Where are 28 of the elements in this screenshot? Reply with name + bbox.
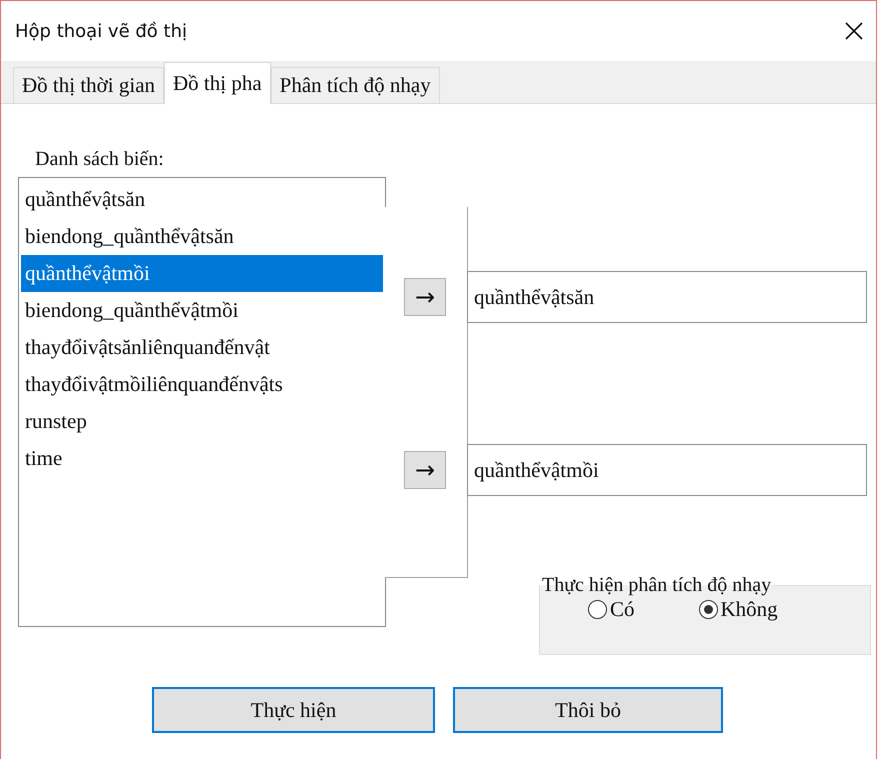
tab[interactable]: Đồ thị thời gian (13, 67, 164, 103)
axis-field[interactable]: quầnthểvậtmồi (467, 444, 867, 496)
radio-label: Không (720, 597, 778, 622)
radio-button[interactable] (698, 600, 718, 619)
window-title: Hộp thoại vẽ đồ thị (15, 20, 188, 42)
group-legend: Thực hiện phân tích độ nhạy (540, 574, 774, 597)
dialog-button[interactable]: Thôi bỏ (453, 687, 723, 733)
list-label: Danh sách biến: (35, 148, 164, 171)
list-item[interactable]: biendong_quầnthểvậtmồi (21, 292, 383, 329)
list-item[interactable]: quầnthểvậtmồi (21, 255, 383, 292)
variable-listbox[interactable]: quầnthểvậtsăn biendong_quầnthểvậtsăn quầnthểvậtmồi biendong_quầnthểvậtmồi thayđổivậtsănliênquanđếnvật thayđổivậtmồiliênquanđếnvậts runstep time (18, 177, 386, 627)
dialog-button[interactable]: Thực hiện (152, 687, 435, 733)
add-button[interactable]: → (404, 451, 446, 489)
radio-option[interactable]: Không (698, 597, 778, 622)
list-item[interactable]: quầnthểvậtsăn (21, 181, 383, 218)
list-item[interactable]: thayđổivậtsănliênquanđếnvật (21, 329, 383, 366)
tab[interactable]: Phân tích độ nhạy (270, 67, 440, 103)
radio-label: Có (610, 597, 635, 622)
list-item[interactable]: thayđổivậtmồiliênquanđếnvậts (21, 366, 383, 403)
axis-field[interactable]: quầnthểvậtsăn (467, 271, 867, 323)
tab[interactable]: Đồ thị pha (164, 62, 271, 104)
close-icon[interactable] (844, 21, 864, 41)
radio-option[interactable]: Có (588, 597, 635, 622)
list-item[interactable]: time (21, 440, 383, 477)
add-button[interactable]: → (404, 278, 446, 316)
radio-button[interactable] (588, 600, 607, 619)
list-item[interactable]: runstep (21, 403, 383, 440)
list-item[interactable]: biendong_quầnthểvậtsăn (21, 218, 383, 255)
